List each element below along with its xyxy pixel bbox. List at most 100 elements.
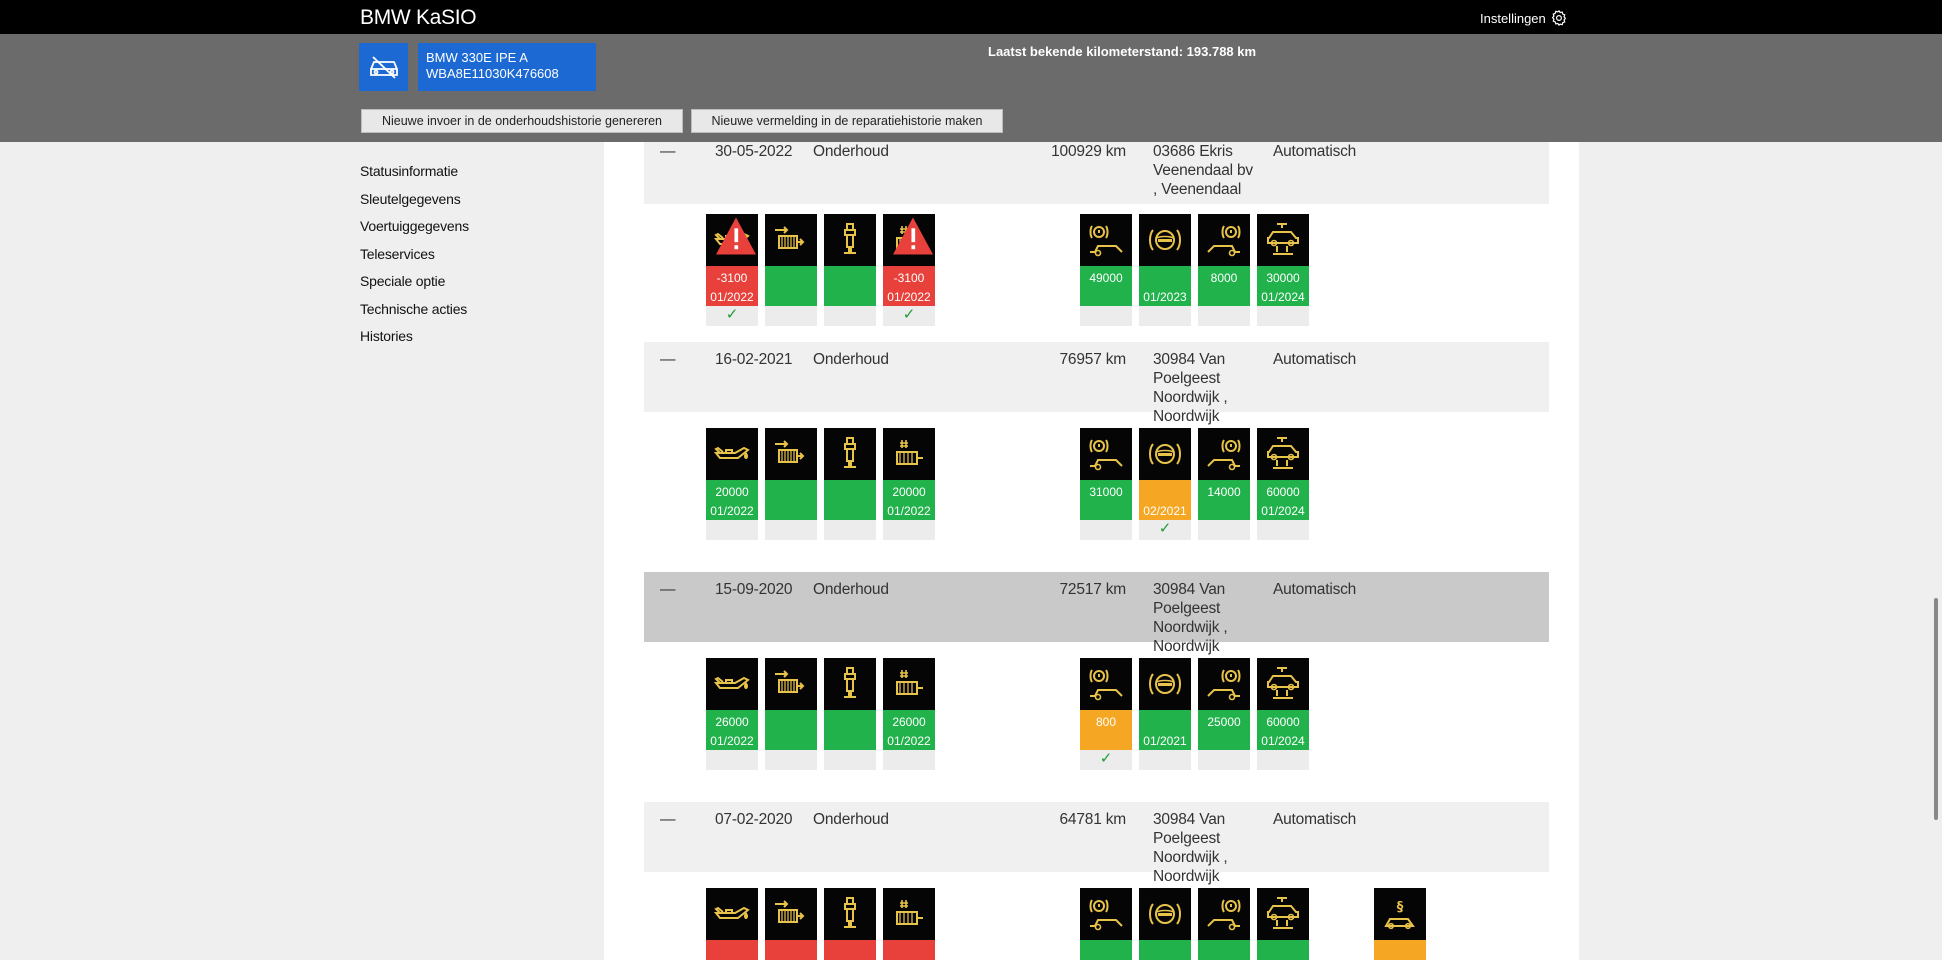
service-icon-box	[1198, 658, 1250, 710]
history-entry-row[interactable]: — 15-09-2020 Onderhoud 72517 km 30984 Van Poe…	[644, 580, 1549, 670]
service-status-bar	[1080, 940, 1132, 960]
service-tile[interactable]	[1198, 888, 1250, 960]
service-tile[interactable]	[824, 428, 876, 540]
service-icon-box	[1139, 658, 1191, 710]
collapse-toggle[interactable]: —	[660, 810, 676, 829]
service-remaining-value: 49000	[1089, 271, 1123, 285]
service-tile[interactable]: 25000	[1198, 658, 1250, 770]
service-tile[interactable]: 26000 01/2022	[706, 658, 758, 770]
service-status-bar: 30000 01/2024	[1257, 266, 1309, 306]
service-tile[interactable]	[1080, 888, 1132, 960]
entry-mileage: 76957 km	[1059, 351, 1127, 368]
service-tile[interactable]	[824, 658, 876, 770]
new-repair-entry-button[interactable]: Nieuwe vermelding in de reparatiehistori…	[691, 109, 1003, 133]
service-tile[interactable]: §	[1374, 888, 1426, 960]
service-tile[interactable]	[1257, 888, 1309, 960]
service-due-date: 01/2021	[1143, 734, 1187, 748]
collapse-toggle[interactable]: —	[660, 350, 676, 369]
service-tile[interactable]: -3100 01/2022 ✓	[883, 214, 935, 326]
vehicle-selector-button[interactable]	[359, 43, 408, 91]
service-due-date: 02/2021	[1143, 504, 1187, 518]
checkmark-icon: ✓	[1080, 750, 1132, 770]
service-remaining-value	[765, 269, 817, 288]
service-due-date: 01/2022	[887, 734, 931, 748]
nav-item-sleutelgegevens[interactable]: Sleutelgegevens	[360, 190, 469, 218]
nav-item-statusinformatie[interactable]: Statusinformatie	[360, 162, 469, 190]
nav-item-teleservices[interactable]: Teleservices	[360, 245, 469, 273]
service-remaining-value	[1139, 713, 1191, 732]
history-entry-row[interactable]: — 16-02-2021 Onderhoud 76957 km 30984 Van Poe…	[644, 350, 1549, 440]
service-icon-box	[883, 888, 935, 940]
service-status-bar: 26000 01/2022	[706, 710, 758, 750]
service-tile-footer	[765, 306, 817, 326]
service-tile[interactable]	[883, 888, 935, 960]
service-tile[interactable]: 60000 01/2024	[1257, 428, 1309, 540]
service-tile-footer	[706, 520, 758, 540]
service-status-bar	[765, 480, 817, 520]
service-tile[interactable]: 14000	[1198, 428, 1250, 540]
service-status-bar	[1139, 940, 1191, 960]
service-due-date: 01/2022	[710, 290, 754, 304]
service-tile[interactable]	[765, 214, 817, 326]
service-tile[interactable]	[765, 888, 817, 960]
service-tile[interactable]: -3100 01/2022 ✓	[706, 214, 758, 326]
service-due-date: 01/2022	[887, 290, 931, 304]
service-tile[interactable]: 31000	[1080, 428, 1132, 540]
service-status-bar	[824, 940, 876, 960]
collapse-toggle[interactable]: —	[660, 580, 676, 599]
service-tile-footer	[1198, 750, 1250, 770]
history-entry-row[interactable]: — 07-02-2020 Onderhoud 64781 km 30984 Van Poe…	[644, 810, 1549, 900]
scrollbar[interactable]	[1934, 598, 1938, 820]
service-icon-box	[883, 428, 935, 480]
service-tile[interactable]	[765, 428, 817, 540]
service-due-date: 01/2024	[1261, 290, 1305, 304]
vehicle-check-icon	[1267, 897, 1299, 929]
service-tile[interactable]: 30000 01/2024	[1257, 214, 1309, 326]
service-icon-box	[883, 214, 935, 266]
service-tile[interactable]: 60000 01/2024	[1257, 658, 1309, 770]
new-maintenance-entry-button[interactable]: Nieuwe invoer in de onderhoudshistorie g…	[361, 109, 683, 133]
collapse-toggle[interactable]: —	[660, 142, 676, 161]
service-due-date: 01/2022	[710, 734, 754, 748]
service-due-date: 01/2024	[1261, 734, 1305, 748]
service-tile[interactable]: 26000 01/2022	[883, 658, 935, 770]
service-tile[interactable]	[824, 214, 876, 326]
service-tile[interactable]	[1139, 888, 1191, 960]
nav-item-speciale-optie[interactable]: Speciale optie	[360, 272, 469, 300]
service-status-bar: 60000 01/2024	[1257, 710, 1309, 750]
service-tile[interactable]: 20000 01/2022	[706, 428, 758, 540]
service-status-bar	[824, 266, 876, 306]
settings-button[interactable]: Instellingen	[1480, 9, 1568, 27]
service-tile[interactable]: 800 ✓	[1080, 658, 1132, 770]
service-status-bar: 20000 01/2022	[706, 480, 758, 520]
air-filter-icon	[896, 440, 923, 465]
service-status-bar: 800	[1080, 710, 1132, 750]
side-navigation: Statusinformatie Sleutelgegevens Voertui…	[360, 162, 469, 355]
nav-item-histories[interactable]: Histories	[360, 327, 469, 355]
nav-item-technische-acties[interactable]: Technische acties	[360, 300, 469, 328]
service-tile[interactable]: 02/2021 ✓	[1139, 428, 1191, 540]
service-tile[interactable]: 49000	[1080, 214, 1132, 326]
service-tile[interactable]: 8000	[1198, 214, 1250, 326]
service-tile[interactable]: 01/2023	[1139, 214, 1191, 326]
service-tile-footer	[883, 750, 935, 770]
entry-mileage: 72517 km	[1059, 581, 1127, 598]
nav-item-voertuiggegevens[interactable]: Voertuiggegevens	[360, 217, 469, 245]
vehicle-info[interactable]: BMW 330E IPE A WBA8E11030K476608	[418, 43, 596, 91]
service-remaining-value: 60000	[1266, 485, 1300, 499]
service-tile[interactable]: 20000 01/2022	[883, 428, 935, 540]
service-status-bar: 20000 01/2022	[883, 480, 935, 520]
service-tile[interactable]: 01/2021	[1139, 658, 1191, 770]
service-status-bar: 25000	[1198, 710, 1250, 750]
dealer-line: , Veenendaal	[1153, 181, 1242, 198]
air-filter-icon	[896, 900, 923, 925]
service-tile[interactable]	[765, 658, 817, 770]
entry-type: Onderhoud	[813, 351, 889, 368]
service-tile-footer	[1257, 750, 1309, 770]
service-tile[interactable]	[824, 888, 876, 960]
brake-fluid-icon	[1149, 443, 1181, 465]
service-remaining-value: 26000	[715, 715, 749, 729]
service-icon-box	[765, 658, 817, 710]
service-remaining-value	[1139, 483, 1191, 502]
service-tile[interactable]	[706, 888, 758, 960]
